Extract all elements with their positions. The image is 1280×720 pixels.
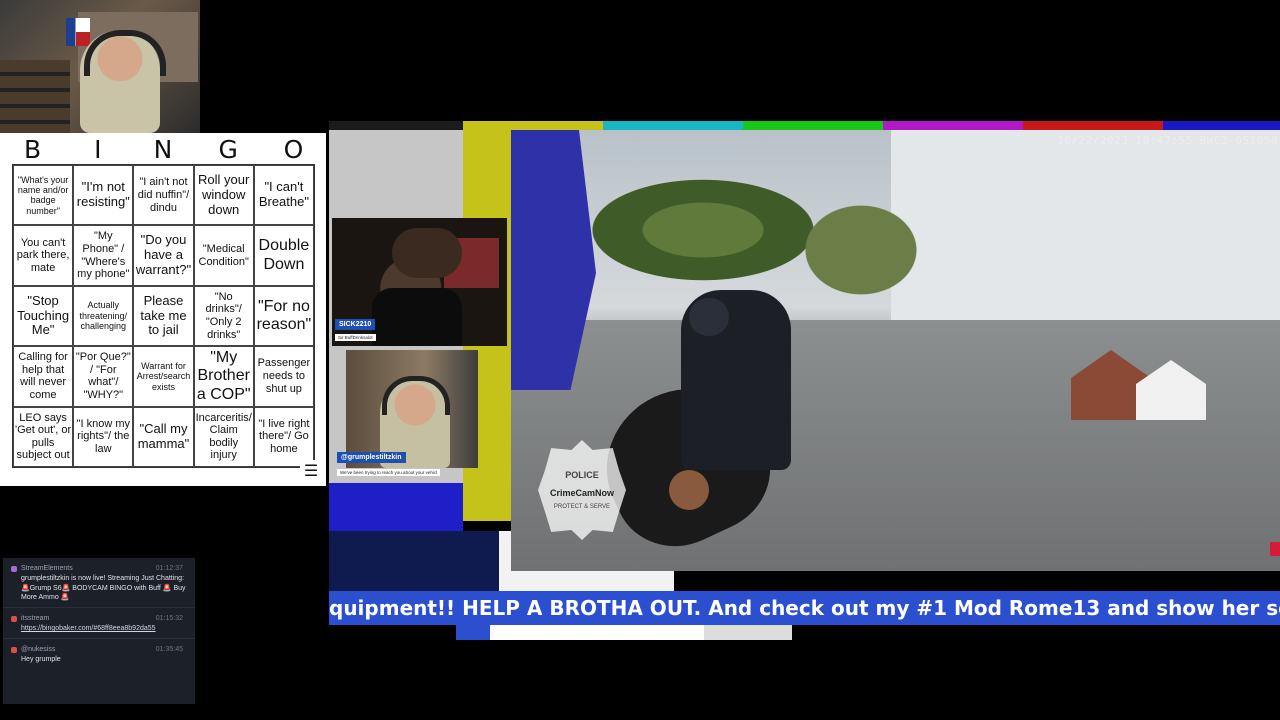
- bingo-cell[interactable]: "Stop Touching Me": [13, 285, 74, 347]
- chat-timestamp: 01:35:45: [155, 645, 183, 653]
- chat-timestamp: 01:12:37: [155, 565, 183, 572]
- color-bar-segment: [743, 121, 883, 130]
- bingo-letter-b: B: [24, 135, 42, 164]
- bingo-cell[interactable]: "I'm not resisting": [73, 165, 134, 226]
- bingo-cell[interactable]: "I live right there"/ Go home: [253, 406, 314, 467]
- streamer-webcam: [0, 0, 200, 133]
- bingo-letter-o: O: [283, 135, 304, 164]
- police-badge-watermark: POLICE CrimeCamNow PROTECT & SERVE: [538, 440, 626, 540]
- color-bar-segment: [1023, 121, 1163, 130]
- bingo-cell[interactable]: Double Down: [253, 225, 314, 286]
- host-subtitle: We've been trying to reach you about you…: [337, 469, 441, 476]
- color-bar-segment: [463, 121, 603, 130]
- chat-user-icon: [11, 616, 17, 623]
- guest-subtitle: Sir BuffDrinksalot: [335, 334, 376, 341]
- stream-stage: SICK2210 Sir BuffDrinksalot @grumplestil…: [329, 121, 1280, 640]
- color-bar-segment: [1163, 121, 1280, 130]
- chat-text: Hey grumple: [21, 655, 61, 663]
- overlay-blue-panel: [329, 483, 463, 531]
- bingo-cell[interactable]: Incarceritis/ Claim bodily injury: [193, 406, 254, 467]
- color-bars: [329, 121, 1280, 130]
- color-bar-segment: [603, 121, 743, 130]
- bodycam-officer-head: [689, 298, 729, 336]
- bingo-cell[interactable]: Calling for help that will never come: [13, 346, 74, 407]
- bingo-cell[interactable]: "My Phone" / "Where's my phone": [73, 225, 134, 286]
- overlay-navy-panel: [329, 531, 499, 591]
- guest-figure-shirt: [372, 288, 462, 346]
- chat-user-icon: [11, 646, 17, 653]
- progress-bar: [456, 625, 792, 640]
- bingo-grid: "What's your name and/or badge number" "…: [12, 164, 315, 468]
- hamburger-icon[interactable]: ☰: [300, 460, 322, 482]
- color-bar-segment: [883, 121, 1023, 130]
- chat-message: @nukesiss 01:35:45 Hey grumple: [3, 637, 195, 669]
- bingo-cell[interactable]: Passenger needs to shut up: [253, 346, 314, 407]
- bingo-cell[interactable]: "I know my rights"/ the law: [73, 406, 134, 467]
- chat-user-icon: [11, 566, 17, 572]
- chat-panel: StreamElements 01:12:37 grumplestiltzkin…: [3, 558, 195, 704]
- bingo-cell[interactable]: Please take me to jail: [133, 285, 194, 347]
- bingo-cell[interactable]: "I can't Breathe": [253, 165, 314, 226]
- bingo-cell[interactable]: "Por Que?" / "For what"/ "WHY?": [73, 346, 134, 407]
- bingo-cell[interactable]: Actually threatening/ challenging: [73, 285, 134, 347]
- bodycam-trees: [761, 170, 961, 330]
- chat-message: itsstream 01:15:32 https://bingobaker.co…: [3, 607, 195, 638]
- chat-message: StreamElements 01:12:37 grumplestiltzkin…: [3, 558, 195, 607]
- ticker-text: quipment!! HELP A BROTHA OUT. And check …: [329, 596, 1280, 620]
- bingo-cell[interactable]: LEO says 'Get out', or pulls subject out: [13, 406, 74, 467]
- host-webcam: [346, 350, 478, 468]
- watermark-motto-text: PROTECT & SERVE: [553, 504, 611, 510]
- bingo-cell[interactable]: "My Brother a COP": [193, 346, 254, 407]
- bingo-cell[interactable]: You can't park there, mate: [13, 225, 74, 286]
- host-headset-shape: [382, 376, 450, 415]
- bingo-cell[interactable]: Roll your window down: [193, 165, 254, 226]
- bingo-cell[interactable]: "Do you have a warrant?": [133, 225, 194, 286]
- ticker-bar: quipment!! HELP A BROTHA OUT. And check …: [329, 591, 1280, 625]
- chat-timestamp: 01:15:32: [155, 615, 183, 623]
- bingo-header: B I N G O: [0, 133, 326, 165]
- bingo-cell[interactable]: Warrant for Arrest/search exists: [133, 346, 194, 407]
- bodycam-person-face: [669, 470, 709, 510]
- progress-track-end: [704, 625, 792, 640]
- bingo-letter-g: G: [218, 135, 238, 164]
- guest-name-tag: SICK2210: [335, 319, 376, 330]
- record-icon: [1270, 542, 1280, 556]
- webcam-shelf: [0, 60, 70, 133]
- bingo-cell[interactable]: "I ain't not did nuffin"/ dindu: [133, 165, 194, 226]
- bingo-cell[interactable]: "Call my mamma": [133, 406, 194, 467]
- bingo-cell[interactable]: "What's your name and/or badge number": [13, 165, 74, 226]
- chat-text: grumplestiltzkin is now live! Streaming …: [21, 574, 186, 602]
- host-name-tag: @grumplestiltzkin: [337, 452, 406, 463]
- bingo-cell[interactable]: "For no reason": [253, 285, 314, 347]
- bodycam-timestamp: 10/22/2023 10:47:55 BWC2-051058: [1057, 134, 1278, 147]
- color-bar-segment: [329, 121, 463, 130]
- bodycam-video[interactable]: 10/22/2023 10:47:55 BWC2-051058 POLICE C…: [511, 130, 1280, 571]
- bingo-card: B I N G O "What's your name and/or badge…: [0, 133, 326, 486]
- bingo-letter-n: N: [153, 135, 173, 164]
- watermark-top-text: POLICE: [565, 470, 599, 480]
- bingo-cell[interactable]: "Medical Condition": [193, 225, 254, 286]
- chat-link[interactable]: https://bingobaker.com/#68ff8eea8b92da55: [21, 624, 187, 634]
- texas-flag: [66, 18, 90, 46]
- bingo-cell[interactable]: "No drinks"/ "Only 2 drinks": [193, 285, 254, 347]
- guest-figure-head: [392, 228, 462, 278]
- watermark-brand-text: CrimeCamNow: [549, 488, 614, 498]
- bingo-letter-i: I: [94, 135, 102, 164]
- progress-fill: [456, 625, 490, 640]
